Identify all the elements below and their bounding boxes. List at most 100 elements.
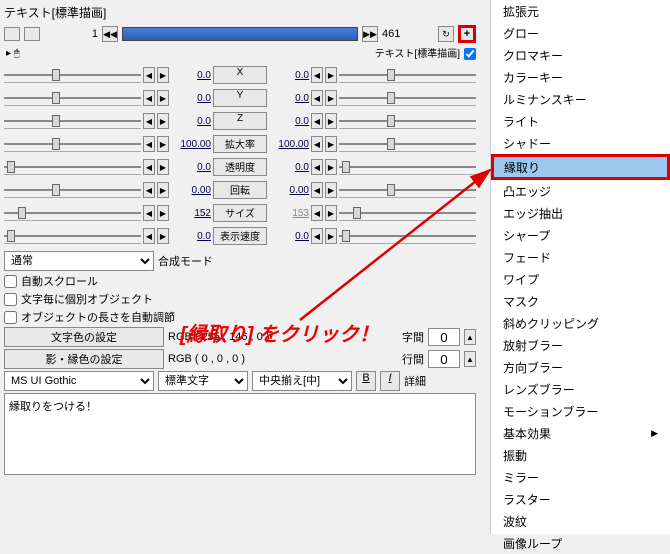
menu-item-11[interactable]: フェード — [491, 246, 670, 268]
slider-right-0[interactable] — [339, 67, 476, 83]
spin-left-up-0[interactable]: ▶ — [157, 67, 169, 83]
char-spacing-input[interactable] — [428, 328, 460, 346]
menu-item-21[interactable]: ミラー — [491, 466, 670, 488]
spin-left-up-6[interactable]: ▶ — [157, 205, 169, 221]
spin-right-down-2[interactable]: ◀ — [311, 113, 323, 129]
slider-right-6[interactable] — [339, 205, 476, 221]
slider-left-2[interactable] — [4, 113, 141, 129]
spin-right-up-3[interactable]: ▶ — [325, 136, 337, 152]
value-right-2[interactable]: 0.0 — [269, 116, 309, 127]
spin-left-up-5[interactable]: ▶ — [157, 182, 169, 198]
paste-icon[interactable] — [24, 27, 40, 41]
line-spacing-up[interactable]: ▲ — [464, 351, 476, 367]
add-filter-button[interactable]: + — [458, 25, 476, 43]
spin-right-down-6[interactable]: ◀ — [311, 205, 323, 221]
slider-left-3[interactable] — [4, 136, 141, 152]
slider-left-4[interactable] — [4, 159, 141, 175]
slider-left-6[interactable] — [4, 205, 141, 221]
text-color-button[interactable]: 文字色の設定 — [4, 327, 164, 347]
value-left-4[interactable]: 0.0 — [171, 162, 211, 173]
spin-right-down-0[interactable]: ◀ — [311, 67, 323, 83]
param-button-4[interactable]: 透明度 — [213, 158, 267, 176]
align-select[interactable]: 中央揃え[中] — [252, 371, 352, 391]
spin-left-down-6[interactable]: ◀ — [143, 205, 155, 221]
spin-left-up-4[interactable]: ▶ — [157, 159, 169, 175]
spin-left-up-2[interactable]: ▶ — [157, 113, 169, 129]
text-input[interactable] — [4, 393, 476, 475]
value-left-0[interactable]: 0.0 — [171, 70, 211, 81]
slider-left-5[interactable] — [4, 182, 141, 198]
spin-right-down-1[interactable]: ◀ — [311, 90, 323, 106]
spin-left-down-5[interactable]: ◀ — [143, 182, 155, 198]
menu-item-8[interactable]: 凸エッジ — [491, 180, 670, 202]
spin-left-down-3[interactable]: ◀ — [143, 136, 155, 152]
spin-right-up-5[interactable]: ▶ — [325, 182, 337, 198]
blend-mode-select[interactable]: 通常 — [4, 251, 154, 271]
char-spacing-up[interactable]: ▲ — [464, 329, 476, 345]
spin-right-up-7[interactable]: ▶ — [325, 228, 337, 244]
slider-right-4[interactable] — [339, 159, 476, 175]
menu-item-10[interactable]: シャープ — [491, 224, 670, 246]
spin-right-down-5[interactable]: ◀ — [311, 182, 323, 198]
auto-adjust-checkbox[interactable] — [4, 311, 17, 324]
value-right-4[interactable]: 0.0 — [269, 162, 309, 173]
spin-left-down-0[interactable]: ◀ — [143, 67, 155, 83]
slider-right-3[interactable] — [339, 136, 476, 152]
menu-item-9[interactable]: エッジ抽出 — [491, 202, 670, 224]
param-button-2[interactable]: Z — [213, 112, 267, 130]
timeline-bar[interactable] — [122, 27, 358, 41]
menu-item-18[interactable]: モーションブラー — [491, 400, 670, 422]
line-spacing-input[interactable] — [428, 350, 460, 368]
forward-button[interactable]: ▶▶ — [362, 26, 378, 42]
spin-left-up-1[interactable]: ▶ — [157, 90, 169, 106]
slider-right-1[interactable] — [339, 90, 476, 106]
menu-item-15[interactable]: 放射ブラー — [491, 334, 670, 356]
rewind-button[interactable]: ◀◀ — [102, 26, 118, 42]
value-left-2[interactable]: 0.0 — [171, 116, 211, 127]
spin-left-up-3[interactable]: ▶ — [157, 136, 169, 152]
slider-left-0[interactable] — [4, 67, 141, 83]
spin-right-down-3[interactable]: ◀ — [311, 136, 323, 152]
menu-item-17[interactable]: レンズブラー — [491, 378, 670, 400]
menu-item-16[interactable]: 方向ブラー — [491, 356, 670, 378]
menu-item-2[interactable]: クロマキー — [491, 44, 670, 66]
font-name-select[interactable]: MS UI Gothic — [4, 371, 154, 391]
slider-right-5[interactable] — [339, 182, 476, 198]
menu-item-19[interactable]: 基本効果▶ — [491, 422, 670, 444]
slider-right-2[interactable] — [339, 113, 476, 129]
menu-item-3[interactable]: カラーキー — [491, 66, 670, 88]
param-button-3[interactable]: 拡大率 — [213, 135, 267, 153]
spin-right-up-1[interactable]: ▶ — [325, 90, 337, 106]
shadow-color-button[interactable]: 影・縁色の設定 — [4, 349, 164, 369]
spin-left-down-2[interactable]: ◀ — [143, 113, 155, 129]
menu-item-12[interactable]: ワイプ — [491, 268, 670, 290]
slider-right-7[interactable] — [339, 228, 476, 244]
cut-icon[interactable] — [4, 27, 20, 41]
auto-scroll-checkbox[interactable] — [4, 275, 17, 288]
menu-item-4[interactable]: ルミナンスキー — [491, 88, 670, 110]
spin-left-down-4[interactable]: ◀ — [143, 159, 155, 175]
value-right-1[interactable]: 0.0 — [269, 93, 309, 104]
menu-item-5[interactable]: ライト — [491, 110, 670, 132]
value-right-6[interactable]: 153 — [269, 208, 309, 219]
param-button-1[interactable]: Y — [213, 89, 267, 107]
value-right-3[interactable]: 100.00 — [269, 139, 309, 150]
bold-button[interactable]: B — [356, 371, 376, 391]
menu-item-22[interactable]: ラスター — [491, 488, 670, 510]
spin-right-up-4[interactable]: ▶ — [325, 159, 337, 175]
slider-left-7[interactable] — [4, 228, 141, 244]
loop-icon[interactable]: ↻ — [438, 26, 454, 42]
value-left-1[interactable]: 0.0 — [171, 93, 211, 104]
value-right-5[interactable]: 0.00 — [269, 185, 309, 196]
value-left-5[interactable]: 0.00 — [171, 185, 211, 196]
italic-button[interactable]: I — [380, 371, 400, 391]
param-button-5[interactable]: 回転 — [213, 181, 267, 199]
param-button-0[interactable]: X — [213, 66, 267, 84]
menu-item-0[interactable]: 拡張元 — [491, 0, 670, 22]
enable-checkbox[interactable] — [464, 48, 476, 60]
menu-item-24[interactable]: 画像ループ — [491, 532, 670, 554]
param-button-7[interactable]: 表示速度 — [213, 227, 267, 245]
value-right-0[interactable]: 0.0 — [269, 70, 309, 81]
value-left-3[interactable]: 100.00 — [171, 139, 211, 150]
spin-right-down-4[interactable]: ◀ — [311, 159, 323, 175]
